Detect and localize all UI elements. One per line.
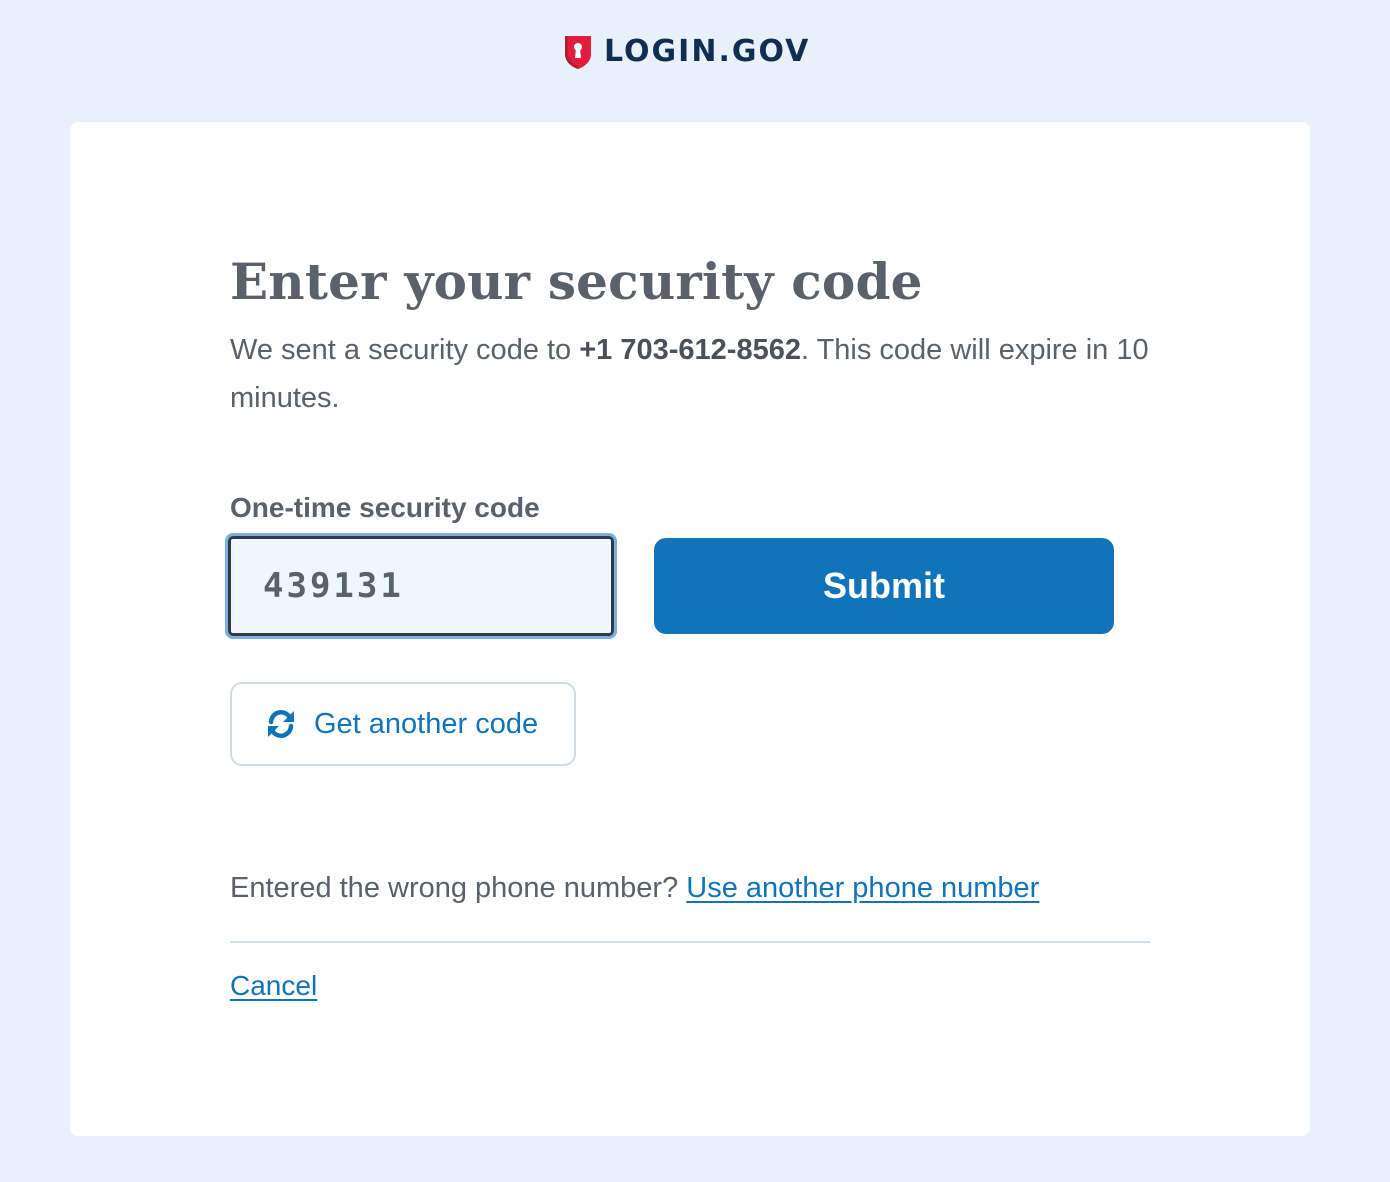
login-gov-logo[interactable]: LOGIN.GOV bbox=[564, 34, 810, 70]
wrong-phone-prompt: Entered the wrong phone number? bbox=[230, 872, 687, 904]
logo-text: LOGIN.GOV bbox=[604, 34, 811, 69]
phone-number: +1 703-612-8562 bbox=[579, 334, 801, 366]
use-another-phone-link[interactable]: Use another phone number bbox=[686, 872, 1039, 904]
intro-text-before: We sent a security code to bbox=[230, 334, 580, 366]
wrong-phone-text: Entered the wrong phone number? Use anot… bbox=[230, 866, 1039, 910]
cancel-link[interactable]: Cancel bbox=[230, 966, 317, 1006]
refresh-icon bbox=[268, 710, 294, 738]
get-another-code-label: Get another code bbox=[314, 707, 539, 740]
shield-keyhole-icon bbox=[565, 36, 591, 69]
security-code-input[interactable] bbox=[225, 533, 617, 639]
submit-button[interactable]: Submit bbox=[654, 538, 1114, 634]
content-card: Enter your security code We sent a secur… bbox=[70, 122, 1310, 1136]
site-header: LOGIN.GOV bbox=[0, 0, 1390, 110]
page-title: Enter your security code bbox=[230, 252, 923, 311]
intro-text: We sent a security code to +1 703-612-85… bbox=[230, 326, 1150, 422]
divider bbox=[230, 941, 1150, 943]
get-another-code-button[interactable]: Get another code bbox=[230, 682, 576, 766]
code-field-label: One-time security code bbox=[230, 492, 540, 523]
